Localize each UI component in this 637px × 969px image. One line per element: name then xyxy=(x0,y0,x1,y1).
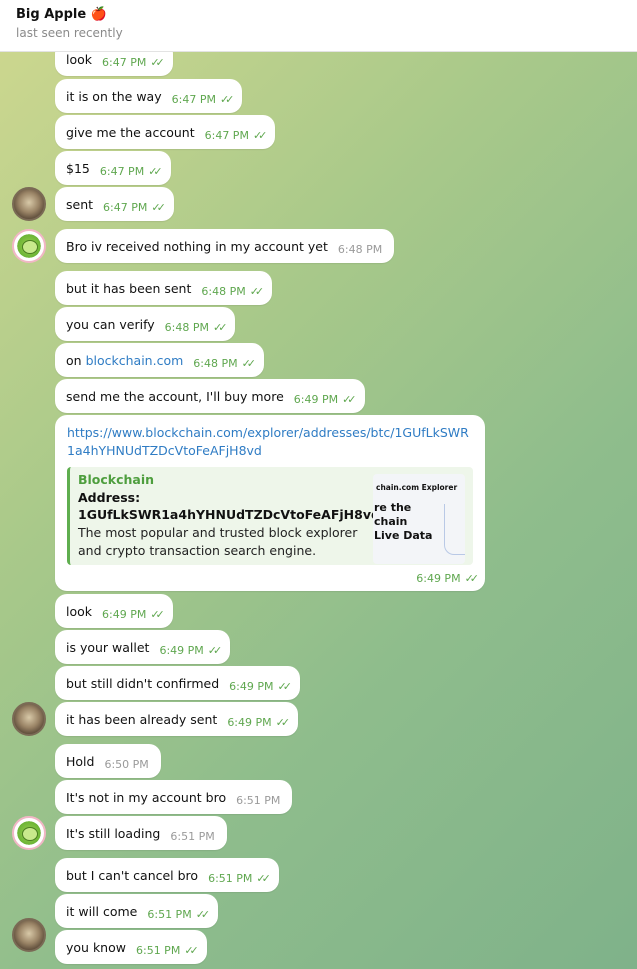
message-text: but it has been sent xyxy=(66,280,192,296)
double-check-icon: ✓✓ xyxy=(195,907,211,921)
double-check-icon: ✓✓ xyxy=(256,871,271,885)
link-message-bubble[interactable]: https://www.blockchain.com/explorer/addr… xyxy=(55,415,485,591)
message-time: 6:49 PM xyxy=(229,679,274,693)
message-text: is your wallet xyxy=(66,639,150,655)
message-bubble[interactable]: Bro iv received nothing in my account ye… xyxy=(55,229,395,263)
message-bubble[interactable]: $15 6:47 PM ✓✓ xyxy=(55,151,171,185)
thumbnail-headline: re the chain Live Data xyxy=(374,501,433,542)
double-check-icon: ✓✓ xyxy=(151,200,166,214)
message-bubble[interactable]: it has been already sent 6:49 PM ✓✓ xyxy=(55,702,299,736)
message-text: but still didn't confirmed xyxy=(66,675,220,691)
message-time: 6:47 PM xyxy=(99,164,145,178)
message-bubble[interactable]: sent 6:47 PM ✓✓ xyxy=(55,187,174,221)
message-list[interactable]: look 6:47 PM ✓✓ it is on the way 6:47 PM… xyxy=(0,52,637,969)
bitcoin-avatar[interactable] xyxy=(12,187,46,221)
double-check-icon: ✓✓ xyxy=(249,284,265,298)
message-time: 6:51 PM xyxy=(208,871,253,885)
double-check-icon: ✓✓ xyxy=(150,55,165,69)
message-time: 6:51 PM xyxy=(236,793,281,807)
message-bubble[interactable]: look 6:47 PM ✓✓ xyxy=(55,52,173,76)
message-bubble[interactable]: It's still loading 6:51 PM xyxy=(55,816,227,850)
thumbnail-chart-line xyxy=(444,504,465,555)
contact-name: Big Apple 🍎 xyxy=(16,7,107,22)
message-bubble[interactable]: you know 6:51 PM ✓✓ xyxy=(55,930,207,964)
address-link[interactable]: https://www.blockchain.com/explorer/addr… xyxy=(67,424,473,460)
message-time: 6:49 PM xyxy=(227,715,272,729)
message-text: $15 xyxy=(66,160,90,176)
message-text: send me the account, I'll buy more xyxy=(66,388,284,404)
message-time: 6:49 PM xyxy=(159,643,204,657)
green-face-avatar[interactable] xyxy=(12,816,46,850)
double-check-icon: ✓✓ xyxy=(150,607,165,621)
message-text: it is on the way xyxy=(66,88,162,104)
preview-thumbnail: chain.com Explorer re the chain Live Dat… xyxy=(373,474,465,564)
preview-title: Address: 1GUfLkSWR1a4hYHNUdTZDcVtoFeAFjH… xyxy=(78,490,380,522)
blockchain-link[interactable]: blockchain.com xyxy=(86,353,184,368)
message-bubble[interactable]: It's not in my account bro 6:51 PM xyxy=(55,780,293,814)
double-check-icon: ✓✓ xyxy=(148,164,163,178)
green-face-avatar[interactable] xyxy=(12,229,46,263)
message-time: 6:48 PM xyxy=(193,356,238,370)
message-text: on xyxy=(66,352,82,368)
message-time: 6:48 PM xyxy=(201,284,246,298)
message-text: it will come xyxy=(66,903,138,919)
message-time: 6:49 PM xyxy=(102,607,147,621)
message-bubble[interactable]: give me the account 6:47 PM ✓✓ xyxy=(55,115,276,149)
message-time: 6:49 PM xyxy=(416,572,461,585)
message-time: 6:47 PM xyxy=(204,128,249,142)
message-bubble[interactable]: but still didn't confirmed 6:49 PM ✓✓ xyxy=(55,666,300,700)
message-time: 6:48 PM xyxy=(337,242,383,256)
message-text: but I can't cancel bro xyxy=(66,867,199,883)
double-check-icon: ✓✓ xyxy=(275,715,291,729)
link-preview-card[interactable]: Blockchain Address: 1GUfLkSWR1a4hYHNUdTZ… xyxy=(67,467,473,565)
double-check-icon: ✓✓ xyxy=(219,92,235,106)
double-check-icon: ✓✓ xyxy=(342,392,357,406)
message-text: sent xyxy=(66,196,94,212)
message-text: it has been already sent xyxy=(66,711,218,727)
message-time: 6:51 PM xyxy=(170,829,215,843)
double-check-icon: ✓✓ xyxy=(212,320,228,334)
bitcoin-avatar[interactable] xyxy=(12,702,46,736)
double-check-icon: ✓✓ xyxy=(252,128,268,142)
double-check-icon: ✓✓ xyxy=(241,356,257,370)
message-bubble[interactable]: is your wallet 6:49 PM ✓✓ xyxy=(55,630,231,664)
message-text: It's not in my account bro xyxy=(66,789,227,805)
double-check-icon: ✓✓ xyxy=(184,943,199,957)
message-bubble[interactable]: it will come 6:51 PM ✓✓ xyxy=(55,894,219,928)
message-bubble[interactable]: it is on the way 6:47 PM ✓✓ xyxy=(55,79,243,113)
double-check-icon: ✓✓ xyxy=(207,643,223,657)
preview-description: The most popular and trusted block explo… xyxy=(78,525,358,558)
message-text: Hold xyxy=(66,753,95,769)
message-text: It's still loading xyxy=(66,825,161,841)
chat-header[interactable]: Big Apple 🍎 last seen recently xyxy=(0,0,637,52)
message-bubble[interactable]: you can verify 6:48 PM ✓✓ xyxy=(55,307,236,341)
message-bubble[interactable]: look 6:49 PM ✓✓ xyxy=(55,594,173,628)
message-time: 6:50 PM xyxy=(104,757,149,771)
double-check-icon: ✓✓ xyxy=(464,572,480,585)
contact-status: last seen recently xyxy=(16,26,123,40)
message-text: give me the account xyxy=(66,124,195,140)
message-bubble[interactable]: send me the account, I'll buy more 6:49 … xyxy=(55,379,365,413)
message-text: look xyxy=(66,52,93,67)
message-text: you know xyxy=(66,939,126,955)
message-bubble[interactable]: on blockchain.com 6:48 PM ✓✓ xyxy=(55,343,265,377)
message-time: 6:47 PM xyxy=(103,200,148,214)
message-time: 6:47 PM xyxy=(102,55,147,69)
bitcoin-avatar[interactable] xyxy=(12,918,46,952)
thumbnail-caption: chain.com Explorer xyxy=(376,483,458,492)
double-check-icon: ✓✓ xyxy=(277,679,292,693)
message-time: 6:51 PM xyxy=(147,907,192,921)
message-text: look xyxy=(66,603,93,619)
message-time: 6:48 PM xyxy=(164,320,209,334)
message-time: 6:51 PM xyxy=(135,943,181,957)
message-time: 6:47 PM xyxy=(171,92,216,106)
message-bubble[interactable]: but it has been sent 6:48 PM ✓✓ xyxy=(55,271,273,305)
message-text: you can verify xyxy=(66,316,155,332)
message-text: Bro iv received nothing in my account ye… xyxy=(66,238,328,254)
message-time: 6:49 PM xyxy=(293,392,339,406)
message-bubble[interactable]: but I can't cancel bro 6:51 PM ✓✓ xyxy=(55,858,279,892)
message-bubble[interactable]: Hold 6:50 PM xyxy=(55,744,161,778)
